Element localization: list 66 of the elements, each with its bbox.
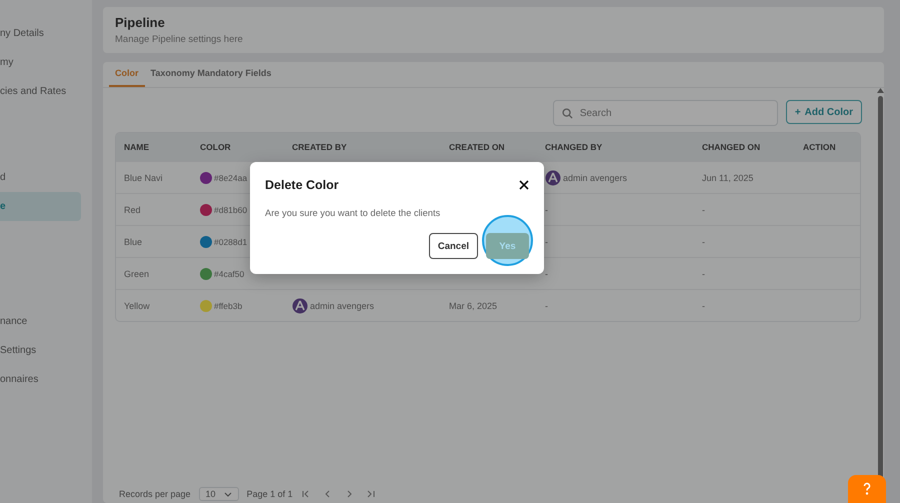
help-button[interactable] [848, 475, 886, 503]
color-swatch [200, 236, 212, 248]
previous-icon[interactable] [322, 490, 331, 498]
tab[interactable]: Color [109, 62, 144, 87]
column-header: CREATED BY [292, 142, 348, 152]
table-cell-text: Blue Navi [124, 172, 164, 182]
table-cell-text: Mar 6, 2025 [449, 300, 498, 310]
avatar-icon [292, 298, 308, 314]
add-color-button[interactable]: + Add Color [786, 100, 862, 124]
cancel-button[interactable]: Cancel [428, 233, 478, 259]
sidebar-item[interactable]: d [0, 163, 81, 192]
next-icon[interactable] [344, 490, 353, 498]
tab[interactable]: Taxonomy Mandatory Fields [144, 62, 278, 87]
table-cell-text: Red [124, 204, 142, 214]
color-swatch [200, 268, 212, 280]
search-field[interactable]: Search [552, 100, 778, 126]
sidebar-item[interactable]: cies and Rates [0, 77, 81, 106]
color-swatch [200, 300, 212, 312]
color-code: #8e24aa [214, 172, 248, 182]
sidebar-item[interactable]: Settings [0, 336, 81, 365]
page-subtitle: Manage Pipeline settings here [115, 34, 244, 45]
first-page-icon[interactable] [300, 490, 309, 498]
sidebar-item[interactable]: nance [0, 307, 81, 336]
table-cell-text: - [702, 204, 706, 214]
dialog-message: Are you sure you want to delete the clients [265, 208, 442, 218]
scroll-up-icon[interactable] [876, 88, 884, 93]
column-header: COLOR [200, 142, 232, 152]
records-label: Records per page [119, 489, 191, 499]
column-header: ACTION [803, 142, 837, 152]
search-icon [562, 108, 573, 119]
color-swatch [200, 172, 212, 184]
table-cell: - [545, 204, 548, 214]
sidebar-item[interactable]: my [0, 48, 81, 77]
table-cell: - [545, 300, 548, 310]
table-cell-text: Green [124, 268, 150, 278]
page-title: Pipeline [115, 15, 166, 30]
table-cell: admin avengers [310, 300, 374, 310]
color-code: #ffeb3b [214, 300, 242, 310]
per-page-select[interactable]: 10 [198, 487, 239, 501]
table-cell-text: - [702, 268, 706, 278]
table-cell-text: Blue [124, 236, 144, 246]
page-indicator: Page 1 of 1 [246, 489, 293, 499]
table-cell-text: Yellow [124, 300, 151, 310]
table-cell-text: Jun 11, 2025 [702, 172, 754, 182]
table-cell-text: - [702, 300, 706, 310]
table-cell: - [545, 236, 548, 246]
sidebar-item[interactable]: onnaires [0, 365, 81, 394]
column-header: CHANGED ON [702, 142, 762, 152]
close-icon[interactable] [519, 180, 529, 190]
sidebar-item[interactable]: ny Details [0, 19, 81, 48]
color-code: #d81b60 [214, 204, 248, 214]
sidebar-item[interactable]: e [0, 192, 81, 221]
caret-icon [224, 492, 232, 496]
last-page-icon[interactable] [366, 490, 375, 498]
dialog-title: Delete Color [265, 178, 339, 192]
column-header: CREATED ON [449, 142, 506, 152]
help-icon [862, 482, 872, 496]
table-cell: - [545, 268, 548, 278]
table-cell-text: - [702, 236, 706, 246]
column-header: NAME [124, 142, 150, 152]
color-swatch [200, 204, 212, 216]
table-cell: admin avengers [563, 172, 628, 182]
color-code: #0288d1 [214, 236, 248, 246]
column-header: CHANGED BY [545, 142, 604, 152]
color-code: #4caf50 [214, 268, 244, 278]
click-highlight [482, 215, 533, 266]
